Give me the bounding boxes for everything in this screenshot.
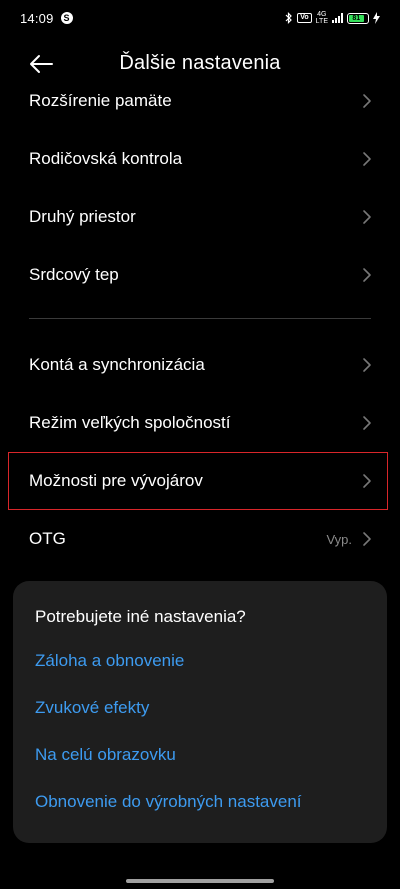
charging-icon xyxy=(373,12,380,24)
chevron-right-icon xyxy=(362,415,372,431)
suggestions-card: Potrebujete iné nastavenia? Záloha a obn… xyxy=(13,581,387,843)
bluetooth-icon xyxy=(285,12,293,24)
list-item-enterprise-mode[interactable]: Režim veľkých spoločností xyxy=(0,394,400,452)
link-full-screen[interactable]: Na celú obrazovku xyxy=(35,743,365,790)
list-item-memory-extension[interactable]: Rozšírenie pamäte xyxy=(0,72,400,130)
list-item-heart-rate[interactable]: Srdcový tep xyxy=(0,246,400,304)
list-item-otg[interactable]: OTG Vyp. xyxy=(0,510,400,568)
settings-list: Rozšírenie pamäte Rodičovská kontrola Dr… xyxy=(0,72,400,568)
list-item-accounts-sync[interactable]: Kontá a synchronizácia xyxy=(0,336,400,394)
battery-level: 81 xyxy=(349,14,364,22)
status-bar: 14:09 S Vo 4G LTE 81 xyxy=(0,0,400,36)
list-item-label: OTG xyxy=(29,529,66,548)
chevron-right-icon xyxy=(362,473,372,489)
link-sound-effects[interactable]: Zvukové efekty xyxy=(35,696,365,743)
status-time: 14:09 xyxy=(20,10,54,26)
chevron-right-icon xyxy=(362,151,372,167)
home-indicator[interactable] xyxy=(126,879,274,883)
list-item-label: Srdcový tep xyxy=(29,265,119,284)
chevron-right-icon xyxy=(362,357,372,373)
divider xyxy=(29,318,371,319)
list-item-label: Možnosti pre vývojárov xyxy=(29,471,203,490)
list-item-label: Rodičovská kontrola xyxy=(29,149,183,168)
list-item-second-space[interactable]: Druhý priestor xyxy=(0,188,400,246)
card-title: Potrebujete iné nastavenia? xyxy=(35,607,246,626)
volte-icon: Vo xyxy=(297,13,312,23)
network-type-icon: 4G LTE xyxy=(316,11,328,25)
app-notification-icon: S xyxy=(60,12,73,24)
list-item-label: Režim veľkých spoločností xyxy=(29,413,231,432)
list-item-label: Rozšírenie pamäte xyxy=(29,91,172,110)
chevron-right-icon xyxy=(362,531,372,547)
chevron-right-icon xyxy=(362,209,372,225)
list-item-label: Druhý priestor xyxy=(29,207,136,226)
otg-status-value: Vyp. xyxy=(326,531,352,547)
link-backup-restore[interactable]: Záloha a obnovenie xyxy=(35,649,365,696)
chevron-right-icon xyxy=(362,93,372,109)
list-item-label: Kontá a synchronizácia xyxy=(29,355,205,374)
status-left: 14:09 S xyxy=(20,11,73,26)
status-right: Vo 4G LTE 81 xyxy=(285,11,380,25)
network-type-top: 4G xyxy=(317,11,327,18)
chevron-right-icon xyxy=(362,267,372,283)
list-item-parental-control[interactable]: Rodičovská kontrola xyxy=(0,130,400,188)
network-type-bottom: LTE xyxy=(315,18,328,25)
signal-strength-icon xyxy=(332,13,343,23)
link-factory-reset[interactable]: Obnovenie do výrobných nastavení xyxy=(35,790,365,837)
screen: 14:09 S Vo 4G LTE 81 Ďalšie nastavenia R… xyxy=(0,0,400,889)
row-right: Vyp. xyxy=(326,531,372,547)
battery-icon: 81 xyxy=(347,12,369,24)
list-item-developer-options[interactable]: Možnosti pre vývojárov xyxy=(8,452,388,510)
